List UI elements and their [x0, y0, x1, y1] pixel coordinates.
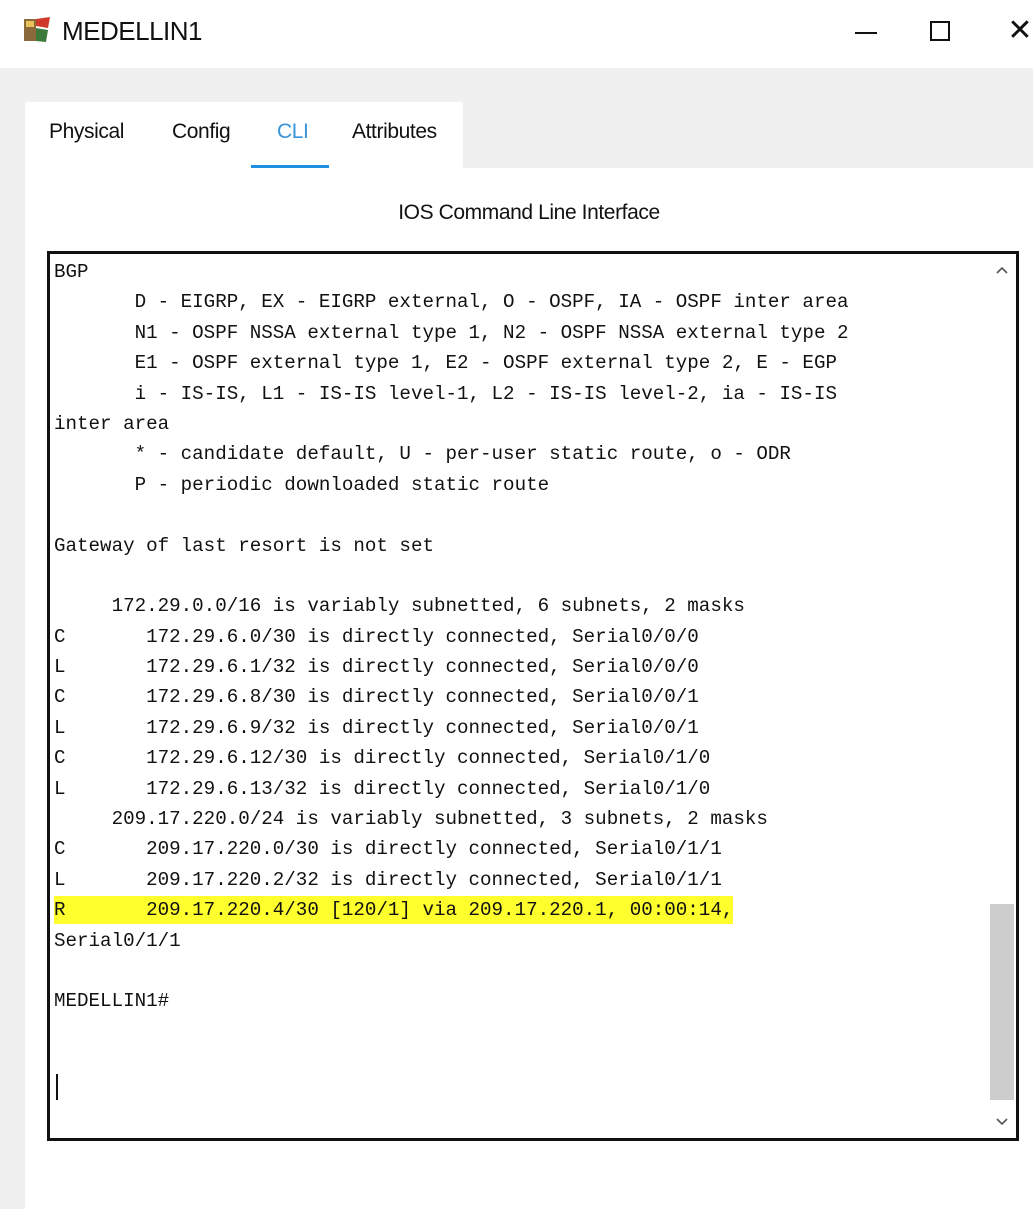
cli-line: 209.17.220.0/24 is variably subnetted, 3… — [54, 804, 994, 834]
cli-line: L 172.29.6.13/32 is directly connected, … — [54, 774, 994, 804]
cli-line: L 172.29.6.9/32 is directly connected, S… — [54, 713, 994, 743]
cli-line-text: L 172.29.6.1/32 is directly connected, S… — [54, 656, 699, 679]
text-cursor — [56, 1074, 58, 1100]
cli-line-text: P - periodic downloaded static route — [54, 473, 550, 496]
tab-config[interactable]: Config — [172, 120, 231, 144]
cli-line-text: L 209.17.220.2/32 is directly connected,… — [54, 868, 722, 891]
cli-line-text: * - candidate default, U - per-user stat… — [54, 443, 791, 466]
cli-line: E1 - OSPF external type 1, E2 - OSPF ext… — [54, 348, 994, 378]
cli-line-text: C 172.29.6.0/30 is directly connected, S… — [54, 625, 699, 648]
cli-line: L 172.29.6.1/32 is directly connected, S… — [54, 652, 994, 682]
scroll-thumb[interactable] — [990, 904, 1014, 1100]
cli-line-highlighted: R 209.17.220.4/30 [120/1] via 209.17.220… — [54, 895, 994, 925]
cli-line: C 209.17.220.0/30 is directly connected,… — [54, 834, 994, 864]
cli-tab-content: IOS Command Line Interface BGP D - EIGRP… — [25, 168, 1033, 1209]
cli-line-text: Serial0/1/1 — [54, 929, 181, 952]
minimize-icon — [855, 32, 877, 34]
cli-line-text: C 172.29.6.12/30 is directly connected, … — [54, 747, 711, 770]
cli-line: Serial0/1/1 — [54, 926, 994, 956]
window-title: MEDELLIN1 — [62, 16, 203, 46]
tab-physical[interactable]: Physical — [49, 120, 124, 144]
cli-line-text: inter area — [54, 412, 170, 435]
cli-line-text: C 209.17.220.0/30 is directly connected,… — [54, 838, 722, 861]
cli-line: i - IS-IS, L1 - IS-IS level-1, L2 - IS-I… — [54, 379, 994, 409]
close-icon: ✕ — [1007, 13, 1033, 48]
cli-line-text: L 172.29.6.9/32 is directly connected, S… — [54, 716, 699, 739]
cli-line: C 172.29.6.12/30 is directly connected, … — [54, 743, 994, 773]
cli-line: L 209.17.220.2/32 is directly connected,… — [54, 865, 994, 895]
cli-line-text: BGP — [54, 261, 89, 283]
cli-line: BGP — [54, 257, 994, 287]
cli-line-text: N1 - OSPF NSSA external type 1, N2 - OSP… — [54, 321, 849, 344]
chevron-down-icon — [996, 1118, 1008, 1126]
tab-strip: Physical Config CLI Attributes — [25, 102, 463, 169]
cli-line: P - periodic downloaded static route — [54, 470, 994, 500]
router-device-icon — [24, 17, 50, 42]
cli-console[interactable]: BGP D - EIGRP, EX - EIGRP external, O - … — [47, 251, 1019, 1141]
cli-line-text: L 172.29.6.13/32 is directly connected, … — [54, 777, 711, 800]
close-button[interactable]: ✕ — [990, 8, 1033, 54]
title-bar: MEDELLIN1 ✕ — [0, 0, 1033, 68]
vertical-scrollbar[interactable] — [988, 254, 1016, 1138]
cli-line — [54, 956, 994, 986]
tab-cli[interactable]: CLI — [277, 120, 309, 144]
cli-line: * - candidate default, U - per-user stat… — [54, 439, 994, 469]
cli-line: C 172.29.6.8/30 is directly connected, S… — [54, 682, 994, 712]
cli-line: MEDELLIN1# — [54, 986, 994, 1016]
cli-line: D - EIGRP, EX - EIGRP external, O - OSPF… — [54, 287, 994, 317]
cli-line: Gateway of last resort is not set — [54, 531, 994, 561]
scroll-up-button[interactable] — [988, 256, 1016, 284]
cli-line: inter area — [54, 409, 994, 439]
cli-line-text: 209.17.220.0/24 is variably subnetted, 3… — [54, 808, 768, 831]
cli-line-text: 172.29.0.0/16 is variably subnetted, 6 s… — [54, 595, 745, 618]
cli-line-text: MEDELLIN1# — [54, 990, 170, 1013]
cli-line: C 172.29.6.0/30 is directly connected, S… — [54, 622, 994, 652]
cli-line-text: R 209.17.220.4/30 [120/1] via 209.17.220… — [54, 896, 734, 925]
maximize-icon — [930, 21, 950, 41]
cli-line-text: E1 - OSPF external type 1, E2 - OSPF ext… — [54, 352, 837, 375]
chevron-up-icon — [996, 266, 1008, 274]
cli-line-text: D - EIGRP, EX - EIGRP external, O - OSPF… — [54, 291, 849, 314]
cli-line-text: Gateway of last resort is not set — [54, 534, 434, 557]
cli-line-text: C 172.29.6.8/30 is directly connected, S… — [54, 686, 699, 709]
minimize-button[interactable] — [836, 8, 896, 54]
cli-line — [54, 561, 994, 591]
scroll-down-button[interactable] — [988, 1108, 1016, 1136]
tab-attributes[interactable]: Attributes — [352, 120, 437, 144]
cli-line-text: i - IS-IS, L1 - IS-IS level-1, L2 - IS-I… — [54, 382, 837, 405]
device-panel: Physical Config CLI Attributes IOS Comma… — [0, 68, 1033, 1209]
section-title: IOS Command Line Interface — [398, 201, 660, 224]
cli-output[interactable]: BGP D - EIGRP, EX - EIGRP external, O - … — [54, 257, 994, 1017]
cli-line: 172.29.0.0/16 is variably subnetted, 6 s… — [54, 591, 994, 621]
maximize-button[interactable] — [910, 8, 970, 54]
cli-line: N1 - OSPF NSSA external type 1, N2 - OSP… — [54, 318, 994, 348]
cli-line — [54, 500, 994, 530]
